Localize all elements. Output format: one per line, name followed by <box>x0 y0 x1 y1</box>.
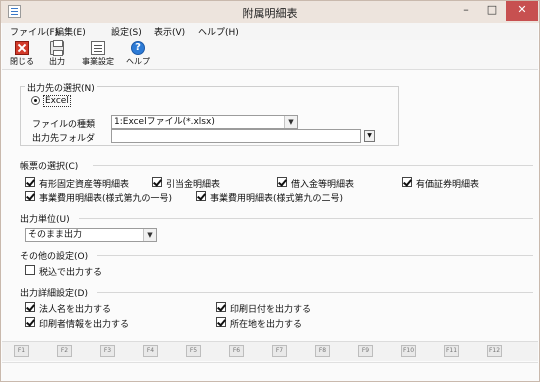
close-window-button[interactable]: ✕ <box>506 1 538 21</box>
report-label-borrowings: 借入金等明細表 <box>291 180 355 190</box>
menu-settings[interactable]: 設定(S) <box>111 25 142 38</box>
tax-included-label: 税込で出力する <box>39 268 103 278</box>
file-type-label: ファイルの種類 <box>32 120 96 130</box>
report-checkbox-borrowings[interactable] <box>277 177 287 187</box>
detail-checkbox-printer-info[interactable] <box>25 317 35 327</box>
report-checkbox-business-expenses-2[interactable] <box>196 191 206 201</box>
report-checkbox-business-expenses-1[interactable] <box>25 191 35 201</box>
detail-settings-divider <box>97 292 533 293</box>
detail-checkbox-address[interactable] <box>216 317 226 327</box>
chevron-down-icon: ▼ <box>284 116 297 128</box>
report-label-business-expenses-2: 事業費用明細表(様式第九の二号) <box>210 194 344 204</box>
detail-label-print-date: 印刷日付を出力する <box>230 305 312 315</box>
fkey-f12[interactable]: F12 <box>487 345 502 357</box>
fkey-f5[interactable]: F5 <box>186 345 201 357</box>
report-label-fixed-assets: 有形固定資産等明細表 <box>39 180 130 190</box>
output-unit-select[interactable]: そのまま出力 ▼ <box>25 228 157 242</box>
fkey-f1[interactable]: F1 <box>14 345 29 357</box>
folder-browse-button[interactable]: ▼ <box>364 130 375 142</box>
file-type-select[interactable]: 1:Excelファイル(*.xlsx) ▼ <box>111 115 298 129</box>
tax-included-checkbox[interactable] <box>25 265 35 275</box>
help-button[interactable]: ? ヘルプ <box>123 41 153 67</box>
report-selection-title: 帳票の選択(C) <box>20 162 79 172</box>
close-button[interactable]: 閉じる <box>6 41 38 67</box>
main-content: 出力先の選択(N) Excel ファイルの種類 1:Excelファイル(*.xl… <box>1 71 539 339</box>
output-folder-label: 出力先フォルダ <box>32 134 96 144</box>
menu-help[interactable]: ヘルプ(H) <box>198 25 239 38</box>
fkey-f6[interactable]: F6 <box>229 345 244 357</box>
help-button-label: ヘルプ <box>126 57 150 66</box>
settings-list-icon <box>91 41 105 55</box>
help-icon: ? <box>131 41 145 55</box>
printer-icon <box>50 40 64 56</box>
menu-edit[interactable]: 編集(E) <box>55 25 86 38</box>
output-button[interactable]: 出力 <box>43 40 71 67</box>
detail-checkbox-print-date[interactable] <box>216 302 226 312</box>
report-checkbox-provisions[interactable] <box>152 177 162 187</box>
business-settings-button[interactable]: 事業設定 <box>76 41 120 67</box>
report-label-securities: 有価証券明細表 <box>416 180 480 190</box>
fkey-f11[interactable]: F11 <box>444 345 459 357</box>
maximize-button[interactable]: □ <box>479 1 505 21</box>
output-unit-value: そのまま出力 <box>28 230 83 240</box>
output-destination-title: 出力先の選択(N) <box>25 81 97 94</box>
output-button-label: 出力 <box>49 57 65 66</box>
close-button-label: 閉じる <box>10 57 34 66</box>
close-icon <box>15 41 29 55</box>
detail-checkbox-company-name[interactable] <box>25 302 35 312</box>
report-checkbox-fixed-assets[interactable] <box>25 177 35 187</box>
business-settings-label: 事業設定 <box>82 57 114 66</box>
menu-view[interactable]: 表示(V) <box>154 25 185 38</box>
output-unit-title: 出力単位(U) <box>20 215 70 225</box>
fkey-f9[interactable]: F9 <box>358 345 373 357</box>
report-label-provisions: 引当金明細表 <box>166 180 221 190</box>
excel-radio-label[interactable]: Excel <box>43 95 71 107</box>
menu-file[interactable]: ファイル(F) <box>10 25 58 38</box>
fkey-f8[interactable]: F8 <box>315 345 330 357</box>
fkey-f4[interactable]: F4 <box>143 345 158 357</box>
detail-settings-title: 出力詳細設定(D) <box>20 289 88 299</box>
detail-label-company-name: 法人名を出力する <box>39 305 112 315</box>
report-label-business-expenses-1: 事業費用明細表(様式第九の一号) <box>39 194 173 204</box>
fkey-f2[interactable]: F2 <box>57 345 72 357</box>
chevron-down-icon: ▼ <box>143 229 156 241</box>
report-selection-divider <box>93 165 533 166</box>
other-settings-divider <box>97 255 533 256</box>
toolbar: 閉じる 出力 事業設定 ? ヘルプ <box>2 40 538 70</box>
title-bar: 附属明細表 – □ ✕ <box>1 1 539 23</box>
fkey-f10[interactable]: F10 <box>401 345 416 357</box>
report-checkbox-securities[interactable] <box>402 177 412 187</box>
app-window: 附属明細表 – □ ✕ ファイル(F) 編集(E) 設定(S) 表示(V) ヘル… <box>0 0 540 382</box>
function-key-bar: F1 F2 F3 F4 F5 F6 F7 F8 F9 F10 F11 F12 <box>2 341 538 361</box>
output-unit-divider <box>79 218 533 219</box>
detail-label-printer-info: 印刷者情報を出力する <box>39 320 130 330</box>
fkey-f7[interactable]: F7 <box>272 345 287 357</box>
minimize-button[interactable]: – <box>453 1 479 21</box>
file-type-value: 1:Excelファイル(*.xlsx) <box>114 117 215 127</box>
status-bar <box>2 362 538 381</box>
detail-label-address: 所在地を出力する <box>230 320 303 330</box>
output-folder-input[interactable] <box>111 129 361 143</box>
other-settings-title: その他の設定(O) <box>20 252 89 262</box>
excel-radio[interactable] <box>31 96 40 105</box>
fkey-f3[interactable]: F3 <box>100 345 115 357</box>
menu-bar: ファイル(F) 編集(E) 設定(S) 表示(V) ヘルプ(H) <box>2 23 538 40</box>
